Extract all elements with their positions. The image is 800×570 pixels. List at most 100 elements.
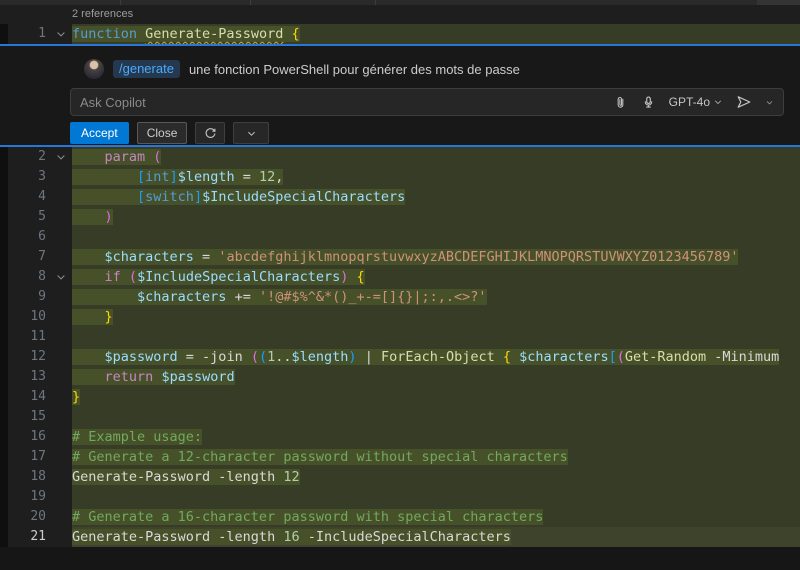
gutter: 19 (8, 487, 50, 507)
code-line: 9 $characters += '!@#$%^&*()_+-=[]{}|;:,… (0, 287, 800, 307)
fold-spacer (50, 467, 72, 487)
editor-left-edge (0, 387, 8, 407)
fold-chevron-icon[interactable] (50, 24, 72, 44)
code-text: [switch]$IncludeSpecialCharacters (72, 187, 800, 207)
fold-spacer (50, 407, 72, 427)
editor-left-edge (0, 187, 8, 207)
codelens-references[interactable]: 2 references (72, 5, 133, 24)
code-text: if ($IncludeSpecialCharacters) { (72, 267, 800, 287)
more-actions-button[interactable] (233, 122, 269, 144)
send-menu-button[interactable] (765, 98, 774, 107)
fold-spacer (50, 227, 72, 247)
code-line: 16# Example usage: (0, 427, 800, 447)
line-number: 16 (30, 429, 46, 444)
line-number: 14 (30, 389, 46, 404)
line-number: 12 (30, 349, 46, 364)
gutter: 2 (8, 147, 50, 167)
fold-chevron-icon[interactable] (50, 147, 72, 167)
model-label: GPT-4o (669, 95, 710, 109)
editor-left-edge (0, 407, 8, 427)
code-text: # Generate a 16-character password with … (72, 507, 800, 527)
code-text: } (72, 387, 800, 407)
editor-left-edge (0, 247, 8, 267)
editor-left-edge (0, 167, 8, 187)
user-message-row: /generate une fonction PowerShell pour g… (84, 58, 520, 80)
rerun-button[interactable] (195, 122, 225, 144)
code-line: 4 [switch]$IncludeSpecialCharacters (0, 187, 800, 207)
tab-separator (375, 0, 376, 5)
code-text: $password = -join ((1..$length) | ForEac… (72, 347, 800, 367)
line-number: 13 (30, 369, 46, 384)
gutter: 17 (8, 447, 50, 467)
model-picker[interactable]: GPT-4o (669, 95, 723, 109)
code-line-1-host: 1function Generate-Password { (0, 24, 800, 44)
editor-left-edge (0, 367, 8, 387)
line-number: 6 (38, 229, 46, 244)
gutter: 21 (8, 527, 50, 547)
code-text: [int]$length = 12, (72, 167, 800, 187)
send-icon (736, 94, 752, 110)
code-text: return $password (72, 367, 800, 387)
chat-input-field[interactable] (71, 95, 613, 110)
attach-icon[interactable] (613, 95, 628, 110)
editor-left-edge (0, 147, 8, 167)
editor-left-edge (0, 507, 8, 527)
fold-spacer (50, 247, 72, 267)
line-number: 1 (38, 26, 46, 41)
code-text (72, 487, 800, 507)
gutter: 10 (8, 307, 50, 327)
fold-spacer (50, 387, 72, 407)
line-number: 10 (30, 309, 46, 324)
line-number: 2 (38, 149, 46, 164)
code-line: 17# Generate a 12-character password wit… (0, 447, 800, 467)
line-number: 5 (38, 209, 46, 224)
fold-spacer (50, 367, 72, 387)
editor-left-edge (0, 287, 8, 307)
user-avatar (84, 59, 104, 79)
code-text: $characters = 'abcdefghijklmnopqrstuvwxy… (72, 247, 800, 267)
rerun-icon (204, 127, 217, 140)
send-button[interactable] (736, 94, 752, 110)
fold-spacer (50, 427, 72, 447)
fold-spacer (50, 347, 72, 367)
code-line: 6 (0, 227, 800, 247)
copilot-inline-chat-widget: /generate une fonction PowerShell pour g… (0, 44, 800, 147)
gutter: 12 (8, 347, 50, 367)
chat-input-box[interactable]: GPT-4o (70, 88, 784, 116)
line-number: 3 (38, 169, 46, 184)
code-text: $characters += '!@#$%^&*()_+-=[]{}|;:,.<… (72, 287, 800, 307)
code-line: 13 return $password (0, 367, 800, 387)
code-area: 2 param (3 [int]$length = 12,4 [switch]$… (0, 147, 800, 547)
code-line: 8 if ($IncludeSpecialCharacters) { (0, 267, 800, 287)
mic-icon[interactable] (641, 95, 656, 110)
accept-button[interactable]: Accept (70, 122, 129, 144)
gutter: 11 (8, 327, 50, 347)
code-text (72, 327, 800, 347)
editor-left-edge (0, 327, 8, 347)
code-text (72, 407, 800, 427)
editor-left-edge (0, 467, 8, 487)
more-actions-chevron-icon (246, 128, 257, 139)
code-line: 5 ) (0, 207, 800, 227)
code-line: 15 (0, 407, 800, 427)
gutter: 18 (8, 467, 50, 487)
fold-spacer (50, 327, 72, 347)
line-number: 21 (30, 529, 46, 544)
line-number: 15 (30, 409, 46, 424)
gutter: 4 (8, 187, 50, 207)
tab-separator (250, 0, 251, 5)
fold-spacer (50, 287, 72, 307)
gutter: 3 (8, 167, 50, 187)
fold-chevron-icon[interactable] (50, 267, 72, 287)
slash-command-chip: /generate (113, 60, 180, 78)
gutter: 14 (8, 387, 50, 407)
code-text: } (72, 307, 800, 327)
line-number: 7 (38, 249, 46, 264)
gutter: 6 (8, 227, 50, 247)
gutter: 16 (8, 427, 50, 447)
code-line: 12 $password = -join ((1..$length) | For… (0, 347, 800, 367)
fold-spacer (50, 507, 72, 527)
code-text: param ( (72, 147, 800, 167)
close-button[interactable]: Close (137, 122, 188, 144)
editor-left-edge (0, 207, 8, 227)
